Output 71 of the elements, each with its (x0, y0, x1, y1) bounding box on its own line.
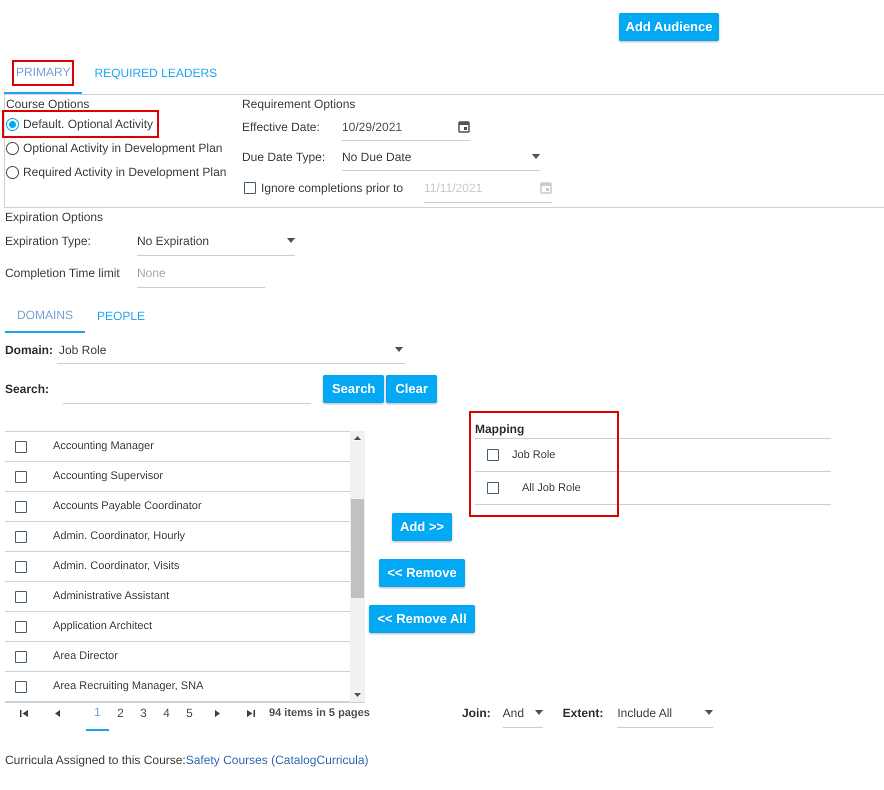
checkbox[interactable] (487, 482, 499, 494)
next-page-icon[interactable] (213, 708, 222, 718)
field-value: No Due Date (342, 148, 412, 166)
field-label: Due Date Type: (242, 149, 326, 166)
checkbox[interactable] (15, 590, 27, 602)
field-value: No Expiration (137, 232, 210, 250)
input-field[interactable]: No Expiration (137, 226, 295, 256)
scroll-up-icon[interactable] (354, 436, 361, 440)
field-label: Search: (5, 381, 50, 398)
input-field[interactable]: None (137, 258, 265, 288)
page-button[interactable]: 5 (178, 695, 201, 731)
field-label: Effective Date: (242, 119, 321, 136)
radio-option[interactable]: Default. Optional Activity (4, 112, 158, 136)
field-label: Completion Time limit (5, 265, 121, 282)
previous-page-icon[interactable] (53, 708, 62, 718)
footer-label: Curricula Assigned to this Course: (5, 752, 186, 769)
field-value: Include All (617, 704, 672, 722)
field-value: And (502, 704, 524, 722)
pager-summary: 94 items in 5 pages (269, 706, 370, 721)
curricula-link[interactable]: Safety Courses (CatalogCurricula) (186, 751, 368, 769)
radio-option[interactable]: Required Activity in Development Plan (6, 160, 230, 184)
section-title: Course Options (6, 96, 90, 112)
caret-icon (534, 710, 543, 715)
section-title: Requirement Options (242, 96, 356, 112)
field-label: Extent: (562, 705, 604, 722)
page-button[interactable]: 2 (109, 695, 132, 731)
checkbox[interactable] (15, 530, 27, 542)
dropdown[interactable]: And (502, 698, 543, 728)
checkbox[interactable] (15, 440, 27, 452)
checkbox[interactable] (15, 500, 27, 512)
list-item-label: Area Director (53, 649, 118, 664)
checkbox[interactable] (487, 449, 499, 461)
list-item-label: Accounting Manager (53, 439, 154, 454)
list-item-label: Accounts Payable Coordinator (53, 499, 202, 514)
field-value: 10/29/2021 (342, 118, 402, 136)
last-page-icon[interactable] (246, 708, 255, 718)
field-label: Expiration Type: (5, 233, 92, 250)
scrollbar[interactable] (350, 431, 365, 702)
radio-option[interactable]: Optional Activity in Development Plan (6, 136, 226, 160)
list-item-label: Application Architect (53, 619, 152, 634)
caret-icon (395, 347, 403, 352)
section-title: Mapping (475, 421, 831, 439)
scroll-down-icon[interactable] (354, 693, 361, 697)
field-value: Job Role (59, 342, 106, 358)
list-item-label: Accounting Supervisor (53, 469, 164, 484)
page-button[interactable]: 3 (132, 695, 155, 731)
checkbox[interactable] (15, 560, 27, 572)
checkbox[interactable] (15, 680, 27, 692)
list-item-label: Admin. Coordinator, Hourly (53, 529, 186, 544)
field-label: Domain: (5, 342, 54, 359)
section-title: Expiration Options (5, 209, 104, 225)
list-item-label: Admin. Coordinator, Visits (53, 559, 180, 574)
checkbox[interactable] (15, 620, 27, 632)
list-item-label: All Job Role (522, 480, 581, 496)
input-field[interactable]: No Due Date (342, 143, 540, 171)
field-label: Join: (462, 705, 491, 722)
page-button[interactable]: 4 (155, 695, 178, 731)
dropdown[interactable]: Include All (617, 698, 714, 728)
input-field[interactable]: 10/29/2021 (342, 113, 470, 141)
caret-icon (532, 154, 540, 159)
caret-icon (705, 710, 714, 715)
calendar-icon[interactable] (458, 120, 470, 133)
checkbox[interactable] (15, 470, 27, 482)
list-item-label: Job Role (512, 448, 556, 463)
checkbox[interactable] (15, 650, 27, 662)
first-page-icon[interactable] (20, 708, 29, 718)
caret-icon (287, 238, 295, 243)
checkbox-label: Ignore completions prior to (261, 180, 404, 197)
dropdown[interactable]: Job Role (57, 336, 405, 364)
list-item-label: Administrative Assistant (53, 589, 170, 604)
list-item-label: Area Recruiting Manager, SNA (53, 679, 204, 694)
